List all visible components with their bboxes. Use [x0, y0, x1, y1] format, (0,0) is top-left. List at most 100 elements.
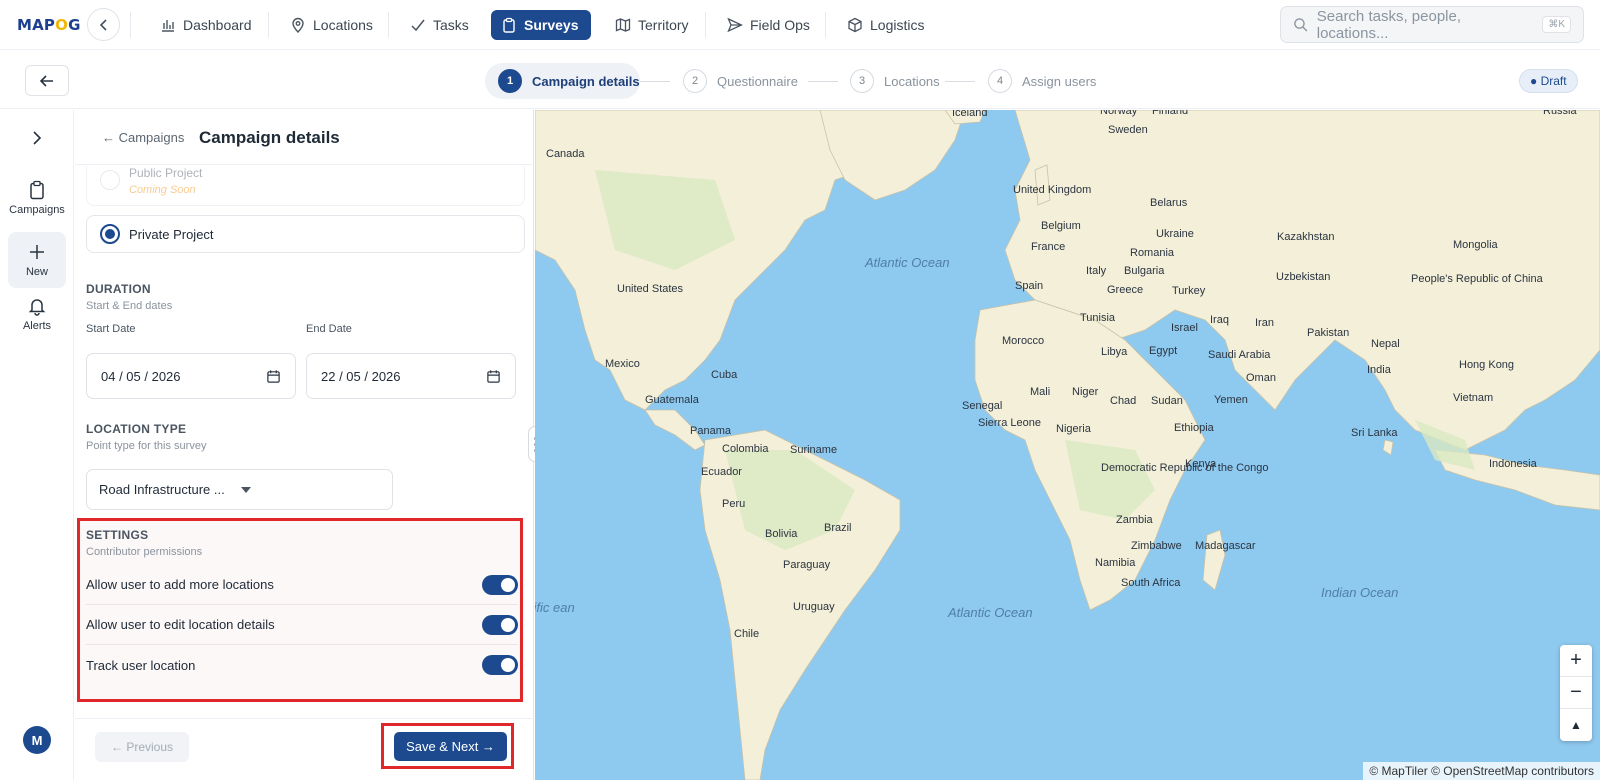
nav-tasks[interactable]: Tasks	[400, 10, 479, 40]
map-label: Russia	[1543, 110, 1577, 117]
caret-down-icon	[240, 486, 251, 493]
zoom-out-button[interactable]: −	[1560, 677, 1592, 709]
step-number: 4	[988, 69, 1012, 93]
nav-label: Locations	[313, 17, 373, 33]
greenland	[819, 110, 966, 201]
nav-locations[interactable]: Locations	[280, 10, 383, 40]
expand-rail-button[interactable]	[27, 128, 47, 153]
nav-surveys[interactable]: Surveys	[491, 10, 591, 40]
step-assign-users[interactable]: 4 Assign users	[988, 69, 1096, 93]
compass-icon[interactable]: ▲	[1560, 709, 1592, 741]
status-badge: ● Draft	[1519, 69, 1578, 93]
panel-header: ← Campaigns Campaign details	[75, 110, 534, 165]
save-next-button[interactable]: Save & Next →	[394, 732, 507, 761]
plus-icon	[30, 245, 44, 259]
map-label: Nepal	[1371, 338, 1400, 350]
track-location-toggle[interactable]	[482, 655, 518, 675]
edit-locations-toggle[interactable]	[482, 614, 518, 635]
map-label: Finland	[1152, 110, 1189, 117]
step-locations[interactable]: 3 Locations	[850, 69, 940, 93]
map-label: Zimbabwe	[1131, 540, 1182, 552]
nav-field-ops[interactable]: Field Ops	[717, 10, 820, 40]
back-arrow-button[interactable]	[25, 65, 69, 96]
map-label: Panama	[690, 425, 731, 437]
map-label: People's Republic of China	[1411, 273, 1543, 286]
start-date-field[interactable]: 04 / 05 / 2026	[86, 353, 296, 399]
campaign-details-panel: ← Campaigns Campaign details Public Proj…	[75, 110, 534, 780]
add-locations-toggle[interactable]	[482, 574, 518, 595]
coming-soon-note: Coming Soon	[129, 184, 196, 196]
start-date-label: Start Date	[86, 323, 136, 335]
duration-heading: DURATION	[86, 282, 151, 296]
map-label: Libya	[1101, 346, 1128, 358]
back-button[interactable]	[87, 8, 120, 41]
nav-label: Field Ops	[750, 17, 810, 33]
zoom-in-button[interactable]: +	[1560, 645, 1592, 677]
map-label: Mexico	[605, 358, 640, 370]
breadcrumb-campaigns[interactable]: ← Campaigns	[102, 130, 184, 145]
toggle-label: Track user location	[86, 657, 196, 673]
map-label: South Africa	[1121, 577, 1181, 589]
map-label: Suriname	[790, 444, 838, 456]
location-type-select[interactable]: Road Infrastructure ...	[86, 469, 393, 510]
toggle-label: Allow user to add more locations	[86, 577, 274, 592]
pin-icon	[292, 17, 304, 33]
start-date-value: 04 / 05 / 2026	[101, 368, 181, 384]
map-icon	[615, 18, 631, 32]
map-label: Belarus	[1150, 197, 1188, 209]
calendar-icon[interactable]	[266, 369, 281, 384]
rail-label: New	[25, 266, 48, 278]
map-label: Zambia	[1116, 514, 1153, 526]
end-date-value: 22 / 05 / 2026	[321, 368, 401, 384]
step-questionnaire[interactable]: 2 Questionnaire	[683, 69, 798, 93]
map-label: Peru	[722, 498, 746, 510]
map-label: Brazil	[824, 522, 852, 534]
map-label: Sri Lanka	[1351, 427, 1398, 439]
calendar-icon[interactable]	[486, 369, 501, 384]
map-label: Colombia	[722, 443, 769, 455]
divider	[130, 12, 131, 38]
stepper-bar: 1 Campaign details 2 Questionnaire 3 Loc…	[0, 51, 1600, 109]
settings-section: SETTINGS Contributor permissions Allow u…	[77, 518, 523, 702]
check-icon	[411, 19, 425, 32]
app-logo[interactable]: MAPOG	[17, 16, 81, 34]
step-campaign-details[interactable]: 1 Campaign details	[498, 69, 640, 93]
end-date-field[interactable]: 22 / 05 / 2026	[306, 353, 516, 399]
map-label: Belgium	[1041, 220, 1081, 232]
map-label: Italy	[1086, 265, 1107, 277]
map-label: Vietnam	[1453, 392, 1494, 404]
map-label: Iran	[1255, 317, 1274, 329]
toggle-row-edit-locations: Allow user to edit location details	[86, 605, 518, 645]
select-value: Road Infrastructure ...	[99, 482, 225, 497]
map-label: Bulgaria	[1124, 265, 1165, 277]
radio-button-selected[interactable]	[100, 224, 120, 244]
divider	[268, 12, 269, 38]
private-project-option[interactable]: Private Project	[86, 215, 525, 253]
step-connector	[808, 81, 838, 82]
map-view[interactable]: Canada Sweden Iceland Norway Finland Rus…	[535, 110, 1600, 780]
rail-item-campaigns[interactable]: Campaigns	[8, 180, 66, 216]
search-input[interactable]: Search tasks, people, locations... ⌘K	[1280, 6, 1584, 43]
map-label: Mali	[1030, 386, 1051, 398]
option-label: Private Project	[129, 227, 214, 242]
madagascar	[1202, 529, 1226, 591]
map-label: Romania	[1130, 247, 1175, 259]
map-label: Tunisia	[1080, 312, 1116, 324]
map-label: Yemen	[1214, 394, 1248, 406]
rail-item-new[interactable]: New	[8, 232, 66, 288]
chevron-right-icon	[33, 131, 42, 145]
rail-item-alerts[interactable]: Alerts	[8, 296, 66, 332]
previous-button[interactable]: ← Previous	[95, 732, 189, 762]
avatar[interactable]: M	[23, 726, 51, 754]
map-label: United States	[617, 283, 684, 295]
option-label: Public Project	[129, 166, 203, 180]
toggle-row-track-location: Track user location	[86, 645, 518, 685]
nav-logistics[interactable]: Logistics	[837, 10, 934, 40]
ocean-label: Indian Ocean	[1321, 585, 1399, 600]
map-attribution[interactable]: © MapTiler © OpenStreetMap contributors	[1363, 762, 1600, 780]
nav-territory[interactable]: Territory	[605, 10, 699, 40]
nav-dashboard[interactable]: Dashboard	[150, 10, 262, 40]
map-label: Indonesia	[1489, 458, 1537, 470]
map-label: Morocco	[1002, 335, 1045, 347]
step-label: Locations	[884, 73, 940, 89]
